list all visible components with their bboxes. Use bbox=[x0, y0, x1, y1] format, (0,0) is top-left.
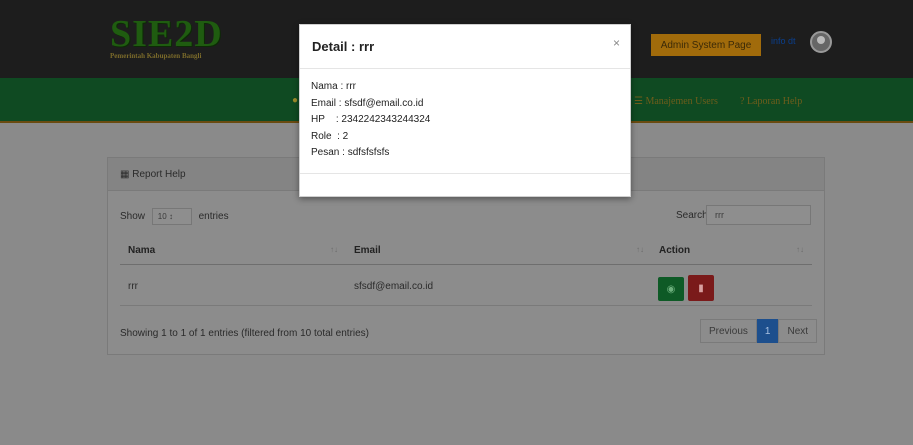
eye-icon: ◉ bbox=[666, 283, 676, 295]
logo-text: SIE2D bbox=[110, 13, 223, 55]
detail-nama: Nama : rrr bbox=[311, 81, 356, 92]
column-header-action[interactable]: Action bbox=[659, 245, 690, 256]
cell-email: sfsdf@email.co.id bbox=[354, 281, 434, 292]
avatar[interactable] bbox=[810, 31, 832, 53]
site-logo[interactable]: SIE2D Pemerintah Kabupaten Bangli bbox=[110, 14, 223, 60]
trash-icon: ▮ bbox=[698, 282, 704, 294]
sort-asc-icon: ↑↓ bbox=[330, 245, 338, 254]
pagination-previous[interactable]: Previous bbox=[700, 319, 757, 343]
pagination-page-1[interactable]: 1 bbox=[756, 319, 779, 343]
detail-email: Email : sfsdf@email.co.id bbox=[311, 97, 424, 109]
select-arrows-icon: ↕ bbox=[168, 212, 173, 221]
detail-modal: Detail : rrr × Nama : rrr Email : sfsdf@… bbox=[299, 24, 631, 197]
table-info: Showing 1 to 1 of 1 entries (filtered fr… bbox=[120, 328, 370, 339]
entries-select[interactable]: 10 ↕ bbox=[151, 208, 192, 225]
entries-length-control: Show 10 ↕ entries bbox=[120, 208, 229, 225]
detail-role: Role : 2 bbox=[311, 130, 349, 142]
header-divider bbox=[120, 264, 812, 265]
modal-footer-divider bbox=[300, 173, 630, 174]
nav-item-manajemen-users[interactable]: ☰ Manajemen Users bbox=[634, 96, 718, 107]
column-header-email[interactable]: Email bbox=[354, 245, 381, 256]
sort-icon: ↑↓ bbox=[796, 245, 804, 254]
modal-body: Nama : rrr Email : sfsdf@email.co.id HP … bbox=[311, 79, 430, 162]
search-input[interactable]: rrr bbox=[706, 205, 811, 225]
pagination: Previous 1 Next bbox=[700, 319, 818, 343]
detail-pesan: Pesan : sdfsfsfsfs bbox=[311, 147, 390, 158]
row-divider bbox=[120, 305, 812, 306]
close-icon[interactable]: × bbox=[613, 36, 620, 50]
show-label: Show bbox=[120, 211, 146, 223]
delete-button[interactable]: ▮ bbox=[688, 275, 714, 301]
modal-header-divider bbox=[300, 68, 630, 69]
modal-title: Detail : rrr bbox=[312, 39, 375, 54]
view-button[interactable]: ◉ bbox=[658, 277, 684, 301]
pagination-next[interactable]: Next bbox=[778, 319, 818, 343]
column-header-nama[interactable]: Nama bbox=[128, 245, 155, 256]
panel-title: ▦ Report Help bbox=[120, 169, 186, 180]
entries-select-value: 10 bbox=[157, 212, 167, 221]
detail-hp: HP : 2342242343244324 bbox=[311, 114, 431, 125]
cell-nama: rrr bbox=[128, 281, 138, 292]
sort-icon: ↑↓ bbox=[636, 245, 644, 254]
user-menu-link[interactable]: info dt bbox=[771, 36, 796, 46]
nav-home-icon[interactable]: ● bbox=[292, 95, 298, 106]
admin-system-page-button[interactable]: Admin System Page bbox=[651, 34, 761, 56]
entries-label: entries bbox=[198, 211, 229, 223]
nav-item-laporan-help[interactable]: ? Laporan Help bbox=[740, 96, 802, 107]
